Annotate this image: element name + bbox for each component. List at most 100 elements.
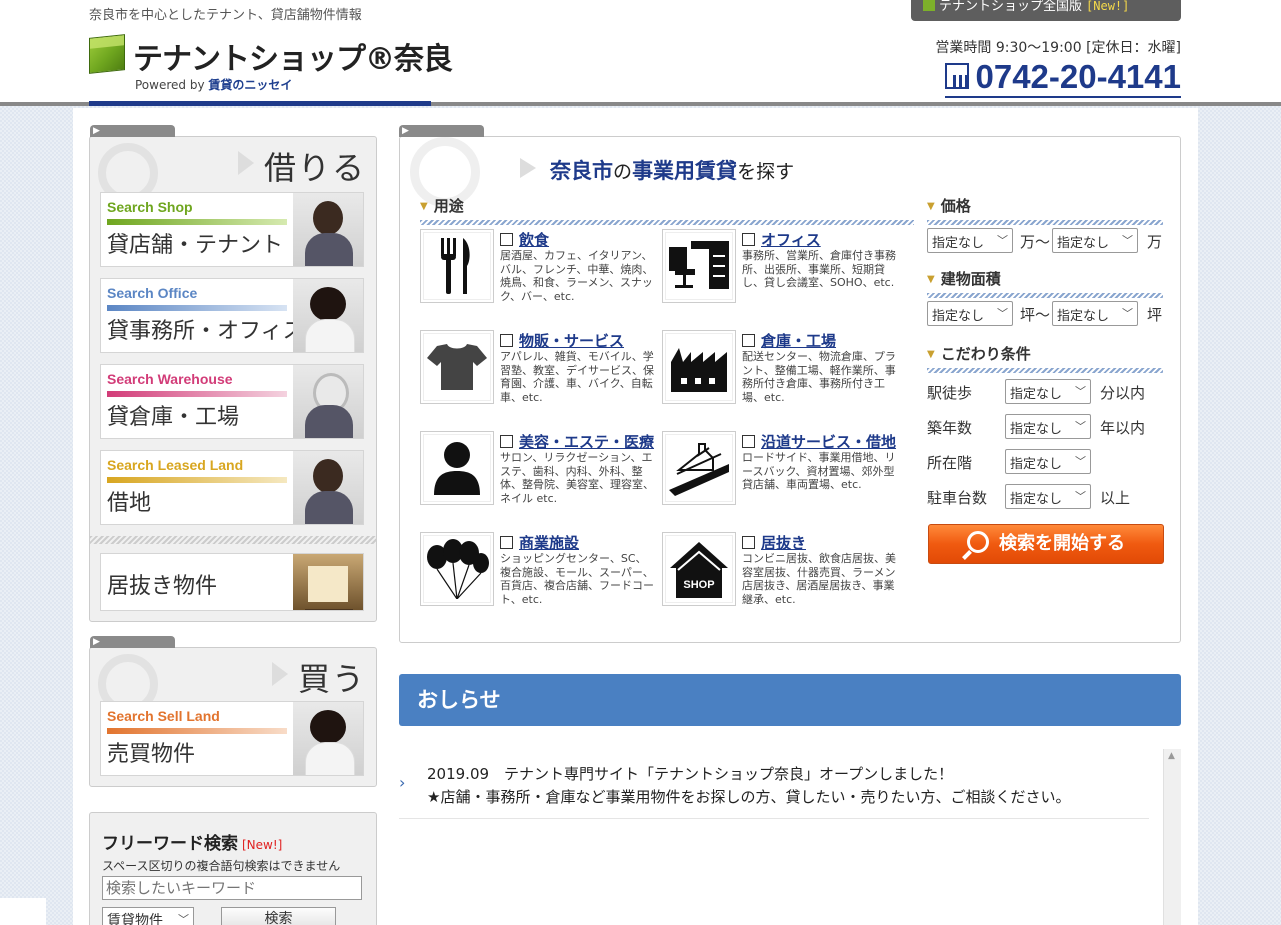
category-label: 飲食 [500, 229, 549, 250]
checkbox[interactable] [742, 536, 755, 549]
office-desk-icon [662, 229, 736, 303]
news-item[interactable]: › 2019.09 テナント専門サイト「テナントショップ奈良」オープンしました！… [399, 749, 1149, 819]
building-age-select[interactable]: 指定なし ﹀ [1005, 414, 1091, 439]
divider [90, 536, 376, 544]
panel-tab: ▶ [90, 636, 175, 648]
chevron-right-icon: › [399, 773, 406, 792]
shop-house-icon: SHOP [662, 532, 736, 606]
price-to-select[interactable]: 指定なし ﹀ [1052, 228, 1138, 253]
category-endou[interactable]: 沿道サービス・借地 ロードサイド、事業用借地、リースバック、資材置場、郊外型貸店… [662, 431, 898, 511]
news-scrollbar[interactable]: ▲ [1163, 749, 1181, 925]
cond-suffix-age: 年以内 [1100, 419, 1146, 437]
conditions-heading: こだわり条件 [927, 343, 1163, 373]
national-site-link[interactable]: テナントショップ全国版 [New!] [911, 0, 1181, 21]
category-desc: ロードサイド、事業用借地、リースバック、資材置場、郊外型貸店舗、車両置場、etc… [742, 451, 896, 491]
card-en-label: Search Leased Land [107, 457, 244, 473]
checkbox[interactable] [742, 334, 755, 347]
chevron-down-icon: ﹀ [1075, 420, 1086, 433]
category-inshoku[interactable]: 飲食 居酒屋、カフェ、イタリアン、バル、フレンチ、中華、焼肉、焼鳥、和食、ラーメ… [420, 229, 656, 309]
category-desc: コンビニ居抜、飲食店居抜、美容室居抜、什器売買、ラーメン店居抜き、居酒屋居抜き、… [742, 552, 896, 606]
category-label: 商業施設 [500, 532, 579, 553]
tshirt-icon [420, 330, 494, 404]
card-color-bar [107, 477, 287, 483]
phone-icon [945, 63, 970, 89]
card-search-office[interactable]: Search Office 貸事務所・オフィス [100, 278, 364, 353]
cond-label-station: 駅徒歩 [927, 384, 973, 402]
man-photo [293, 451, 363, 524]
category-inuki[interactable]: SHOP 居抜き コンビニ居抜、飲食店居抜、美容室居抜、什器売買、ラーメン店居抜… [662, 532, 898, 612]
category-shougyou[interactable]: 商業施設 ショッピングセンター、SC、複合施設、モール、スーパー、百貨店、複合店… [420, 532, 656, 612]
card-ja-label: 売買物件 [107, 742, 196, 767]
page-corner [0, 898, 46, 925]
category-desc: サロン、リラクゼーション、エステ、歯科、内科、外科、整体、整骨院、美容室、理容室… [500, 451, 654, 505]
cond-label-floor: 所在階 [927, 454, 973, 472]
chevron-down-icon: ﹀ [1075, 455, 1086, 468]
cond-label-age: 築年数 [927, 419, 973, 437]
card-en-label: Search Shop [107, 199, 193, 215]
factory-icon [662, 330, 736, 404]
checkbox[interactable] [500, 233, 513, 246]
card-color-bar [107, 219, 287, 225]
worker-photo [293, 365, 363, 438]
card-en-label: Search Sell Land [107, 708, 220, 724]
start-search-button[interactable]: 検索を開始する [928, 524, 1164, 564]
chevron-down-icon: ﹀ [1075, 385, 1086, 398]
category-office[interactable]: オフィス 事務所、営業所、倉庫付き事務所、出張所、事業所、短期貸し、貸し会議室、… [662, 229, 898, 309]
card-inuki[interactable]: 居抜き物件 [100, 553, 364, 611]
phone-text: 0742-20-4141 [975, 58, 1181, 95]
category-label: 物販・サービス [500, 330, 624, 351]
panel-tab: ▶ [90, 125, 175, 137]
price-heading: 価格 [927, 195, 1162, 225]
checkbox[interactable] [500, 334, 513, 347]
checkbox[interactable] [742, 233, 755, 246]
area-to-select[interactable]: 指定なし ﹀ [1052, 301, 1138, 326]
freeword-title-text: フリーワード検索 [102, 834, 238, 854]
rent-heading: 借りる [238, 143, 366, 189]
category-biyou[interactable]: 美容・エステ・医療 サロン、リラクゼーション、エステ、歯科、内科、外科、整体、整… [420, 431, 656, 511]
card-color-bar [107, 305, 287, 311]
floor-select[interactable]: 指定なし ﹀ [1005, 449, 1091, 474]
card-en-label: Search Warehouse [107, 371, 233, 387]
area-from-select[interactable]: 指定なし ﹀ [927, 301, 1013, 326]
svg-text:SHOP: SHOP [683, 579, 714, 591]
card-search-shop[interactable]: Search Shop 貸店舗・テナント [100, 192, 364, 267]
category-desc: ショッピングセンター、SC、複合施設、モール、スーパー、百貨店、複合店舗、フード… [500, 552, 654, 606]
phone-number[interactable]: 0742-20-4141 [945, 58, 1181, 98]
chevron-down-icon: ﹀ [1075, 490, 1086, 503]
parking-select[interactable]: 指定なし ﹀ [1005, 484, 1091, 509]
category-desc: 配送センター、物流倉庫、プラント、整備工場、軽作業所、事務所付き倉庫、事務所付き… [742, 350, 896, 404]
card-search-leased-land[interactable]: Search Leased Land 借地 [100, 450, 364, 525]
store-interior-photo [293, 554, 363, 610]
new-badge: [New!] [242, 838, 283, 852]
title-end: を探す [737, 161, 795, 183]
search-icon [967, 531, 989, 553]
scroll-up-icon[interactable]: ▲ [1168, 751, 1175, 761]
search-title: 奈良市の事業用賃貸を探す [520, 155, 794, 185]
property-type-select[interactable]: 賃貸物件 ﹀ [102, 907, 194, 925]
card-ja-label: 貸事務所・オフィス [107, 319, 305, 344]
category-souko[interactable]: 倉庫・工場 配送センター、物流倉庫、プラント、整備工場、軽作業所、事務所付き倉庫… [662, 330, 898, 410]
card-search-sell-land[interactable]: Search Sell Land 売買物件 [100, 701, 364, 776]
station-walk-select[interactable]: 指定なし ﹀ [1005, 379, 1091, 404]
price-from-select[interactable]: 指定なし ﹀ [927, 228, 1013, 253]
chevron-down-icon: ﹀ [997, 307, 1008, 320]
card-ja-label: 居抜き物件 [107, 574, 218, 599]
buy-heading: 買う [272, 654, 366, 700]
card-search-warehouse[interactable]: Search Warehouse 貸倉庫・工場 [100, 364, 364, 439]
card-color-bar [107, 728, 287, 734]
panel-tab: ▶ [399, 125, 484, 137]
checkbox[interactable] [742, 435, 755, 448]
site-logo[interactable]: テナントショップ®奈良 Powered by 賃貸のニッセイ [89, 34, 453, 100]
logo-powered-by: Powered by 賃貸のニッセイ [135, 76, 292, 93]
title-no: の [613, 161, 633, 183]
checkbox[interactable] [500, 435, 513, 448]
keyword-input[interactable] [102, 876, 362, 900]
news-heading: おしらせ [399, 674, 1181, 726]
card-ja-label: 貸店舗・テナント [107, 233, 284, 258]
category-buppan[interactable]: 物販・サービス アパレル、雑貨、モバイル、学習塾、教室、デイサービス、保育園、介… [420, 330, 656, 410]
freeword-search-button[interactable]: 検索 [221, 907, 336, 925]
balloons-icon [420, 532, 494, 606]
card-en-label: Search Office [107, 285, 198, 301]
checkbox[interactable] [500, 536, 513, 549]
category-desc: 事務所、営業所、倉庫付き事務所、出張所、事業所、短期貸し、貸し会議室、SOHO、… [742, 249, 896, 289]
